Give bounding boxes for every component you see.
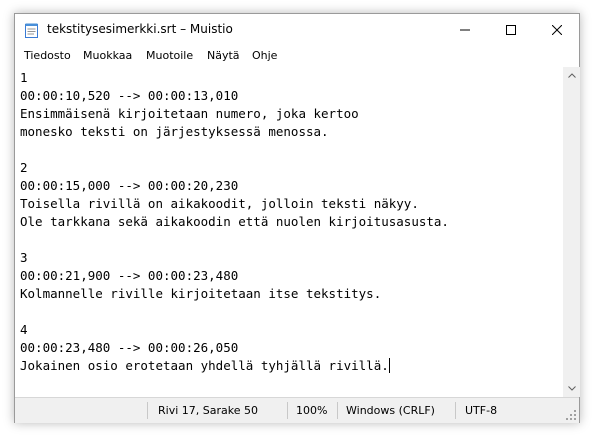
chevron-down-icon bbox=[567, 386, 576, 391]
editor-line: Ole tarkkana sekä aikakoodin että nuolen… bbox=[20, 214, 449, 229]
menu-bar: Tiedosto Muokkaa Muotoile Näytä Ohje bbox=[15, 46, 579, 66]
status-position: Rivi 17, Sarake 50 bbox=[158, 404, 258, 417]
editor-last-line: Jokainen osio erotetaan yhdellä tyhjällä… bbox=[20, 357, 390, 375]
scroll-up-button[interactable] bbox=[563, 67, 580, 84]
status-separator bbox=[147, 402, 148, 419]
status-separator bbox=[287, 402, 288, 419]
editor-line: Jokainen osio erotetaan yhdellä tyhjällä… bbox=[20, 358, 389, 373]
chevron-up-icon bbox=[567, 73, 576, 78]
editor-line: 2 bbox=[20, 160, 28, 175]
editor-line: 00:00:21,900 --> 00:00:23,480 bbox=[20, 268, 239, 283]
vertical-scrollbar[interactable] bbox=[563, 67, 580, 397]
editor-line: 4 bbox=[20, 322, 28, 337]
title-bar[interactable]: tekstitysesimerkki.srt – Muistio bbox=[15, 14, 579, 46]
close-icon bbox=[552, 25, 562, 35]
status-separator bbox=[337, 402, 338, 419]
menu-muotoile[interactable]: Muotoile bbox=[146, 49, 193, 62]
menu-muokkaa[interactable]: Muokkaa bbox=[83, 49, 132, 62]
status-zoom: 100% bbox=[296, 404, 328, 417]
editor-line: Ensimmäisenä kirjoitetaan numero, joka k… bbox=[20, 106, 359, 121]
menu-tiedosto[interactable]: Tiedosto bbox=[24, 49, 71, 62]
editor-line: monesko teksti on järjestyksessä menossa… bbox=[20, 124, 329, 139]
minimize-icon bbox=[460, 29, 470, 31]
resize-grip-icon[interactable] bbox=[565, 409, 577, 421]
editor-line: 00:00:23,480 --> 00:00:26,050 bbox=[20, 340, 239, 355]
editor-line: Kolmannelle riville kirjoitetaan itse te… bbox=[20, 286, 382, 301]
maximize-icon bbox=[506, 25, 516, 35]
scroll-down-button[interactable] bbox=[563, 380, 580, 397]
status-encoding: UTF-8 bbox=[465, 404, 498, 417]
notepad-icon bbox=[25, 23, 38, 38]
editor-line: 1 bbox=[20, 70, 28, 85]
minimize-button[interactable] bbox=[442, 14, 488, 46]
menu-ohje[interactable]: Ohje bbox=[252, 49, 277, 62]
editor-line: 00:00:15,000 --> 00:00:20,230 bbox=[20, 178, 239, 193]
maximize-button[interactable] bbox=[488, 14, 534, 46]
menu-nayta[interactable]: Näytä bbox=[207, 49, 240, 62]
editor-line: Toisella rivillä on aikakoodit, jolloin … bbox=[20, 196, 419, 211]
editor-line: 00:00:10,520 --> 00:00:13,010 bbox=[20, 88, 239, 103]
editor-line: 3 bbox=[20, 250, 28, 265]
status-line-endings: Windows (CRLF) bbox=[346, 404, 435, 417]
status-bar: Rivi 17, Sarake 50 100% Windows (CRLF) U… bbox=[15, 397, 579, 423]
status-separator bbox=[455, 402, 456, 419]
close-button[interactable] bbox=[534, 14, 580, 46]
window-title: tekstitysesimerkki.srt – Muistio bbox=[47, 22, 233, 36]
notepad-window: tekstitysesimerkki.srt – Muistio Tiedost… bbox=[14, 13, 580, 423]
text-editor[interactable]: 1 00:00:10,520 --> 00:00:13,010 Ensimmäi… bbox=[15, 67, 562, 397]
text-caret bbox=[388, 358, 390, 373]
